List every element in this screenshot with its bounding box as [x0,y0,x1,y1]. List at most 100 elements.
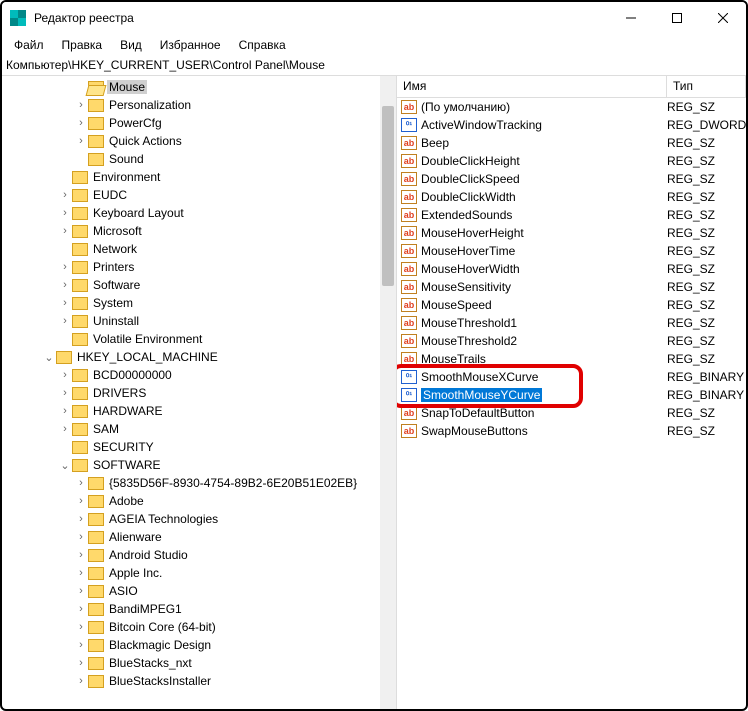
value-row[interactable]: ⁰¹SmoothMouseXCurveREG_BINARY [397,368,746,386]
maximize-button[interactable] [654,2,700,34]
tree-item[interactable]: ›EUDC [2,186,396,204]
minimize-button[interactable] [608,2,654,34]
tree-item[interactable]: ›Alienware [2,528,396,546]
tree-label: ASIO [107,584,140,598]
value-row[interactable]: abExtendedSoundsREG_SZ [397,206,746,224]
tree-item[interactable]: ›Keyboard Layout [2,204,396,222]
tree-item[interactable]: ›Printers [2,258,396,276]
tree-item[interactable]: ›BlueStacks_nxt [2,654,396,672]
chevron-right-icon[interactable]: › [74,477,88,489]
tree-item[interactable]: SECURITY [2,438,396,456]
menu-favorites[interactable]: Избранное [152,36,229,54]
tree-item[interactable]: ›Software [2,276,396,294]
value-row[interactable]: abSwapMouseButtonsREG_SZ [397,422,746,440]
tree-item[interactable]: ›PowerCfg [2,114,396,132]
tree-item[interactable]: Mouse [2,78,396,96]
tree-item[interactable]: ›BlueStacksInstaller [2,672,396,690]
menu-edit[interactable]: Правка [54,36,111,54]
chevron-right-icon[interactable]: › [74,495,88,507]
chevron-right-icon[interactable]: › [58,261,72,273]
tree-item[interactable]: ›{5835D56F-8930-4754-89B2-6E20B51E02EB} [2,474,396,492]
chevron-right-icon[interactable]: › [58,423,72,435]
values-list[interactable]: ab(По умолчанию)REG_SZ⁰¹ActiveWindowTrac… [397,98,746,709]
value-row[interactable]: abMouseThreshold1REG_SZ [397,314,746,332]
chevron-right-icon[interactable]: › [74,135,88,147]
tree-item[interactable]: ›Apple Inc. [2,564,396,582]
tree-item[interactable]: ›Microsoft [2,222,396,240]
chevron-right-icon[interactable]: › [74,675,88,687]
value-row[interactable]: abMouseSensitivityREG_SZ [397,278,746,296]
column-type[interactable]: Тип [667,76,746,97]
tree-item[interactable]: ›Personalization [2,96,396,114]
value-row[interactable]: abDoubleClickWidthREG_SZ [397,188,746,206]
chevron-right-icon[interactable]: › [58,297,72,309]
tree-item[interactable]: ›Adobe [2,492,396,510]
chevron-right-icon[interactable]: › [58,225,72,237]
value-row[interactable]: abBeepREG_SZ [397,134,746,152]
chevron-right-icon[interactable]: › [58,189,72,201]
chevron-right-icon[interactable]: › [58,405,72,417]
chevron-right-icon[interactable]: › [74,117,88,129]
menu-help[interactable]: Справка [231,36,294,54]
chevron-down-icon[interactable]: ⌄ [42,351,56,364]
titlebar[interactable]: Редактор реестра [2,2,746,34]
tree-item[interactable]: ⌄HKEY_LOCAL_MACHINE [2,348,396,366]
column-name[interactable]: Имя [397,76,667,97]
tree-item[interactable]: ›Quick Actions [2,132,396,150]
chevron-right-icon[interactable]: › [58,315,72,327]
value-row[interactable]: abMouseHoverTimeREG_SZ [397,242,746,260]
chevron-right-icon[interactable]: › [58,279,72,291]
close-button[interactable] [700,2,746,34]
value-row[interactable]: abDoubleClickSpeedREG_SZ [397,170,746,188]
tree-pane[interactable]: Mouse›Personalization›PowerCfg›Quick Act… [2,76,397,709]
chevron-right-icon[interactable]: › [74,639,88,651]
chevron-right-icon[interactable]: › [74,567,88,579]
tree-item[interactable]: ›Blackmagic Design [2,636,396,654]
chevron-right-icon[interactable]: › [74,621,88,633]
chevron-right-icon[interactable]: › [58,207,72,219]
tree-item[interactable]: ›System [2,294,396,312]
tree-item[interactable]: Volatile Environment [2,330,396,348]
tree-item[interactable]: Environment [2,168,396,186]
value-row[interactable]: abSnapToDefaultButtonREG_SZ [397,404,746,422]
tree-item[interactable]: ›AGEIA Technologies [2,510,396,528]
chevron-right-icon[interactable]: › [74,531,88,543]
value-row[interactable]: abMouseHoverWidthREG_SZ [397,260,746,278]
value-row[interactable]: ⁰¹ActiveWindowTrackingREG_DWORD [397,116,746,134]
string-value-icon: ab [401,406,417,420]
value-row[interactable]: abDoubleClickHeightREG_SZ [397,152,746,170]
tree-item[interactable]: › ASIO [2,582,396,600]
tree-scrollbar[interactable] [380,76,396,709]
tree-item[interactable]: ›BandiMPEG1 [2,600,396,618]
address-bar[interactable]: Компьютер\HKEY_CURRENT_USER\Control Pane… [2,56,746,76]
chevron-right-icon[interactable]: › [74,603,88,615]
value-row[interactable]: abMouseThreshold2REG_SZ [397,332,746,350]
chevron-right-icon[interactable]: › [74,585,88,597]
chevron-right-icon[interactable]: › [74,657,88,669]
tree-item[interactable]: ›SAM [2,420,396,438]
scrollbar-thumb[interactable] [382,106,394,286]
menu-view[interactable]: Вид [112,36,150,54]
chevron-down-icon[interactable]: ⌄ [58,459,72,472]
chevron-right-icon[interactable]: › [74,99,88,111]
tree-item[interactable]: ›Uninstall [2,312,396,330]
tree-item[interactable]: ›HARDWARE [2,402,396,420]
tree-item[interactable]: ›BCD00000000 [2,366,396,384]
value-row[interactable]: abMouseTrailsREG_SZ [397,350,746,368]
value-row[interactable]: ab(По умолчанию)REG_SZ [397,98,746,116]
menu-file[interactable]: Файл [6,36,52,54]
tree-item[interactable]: ›DRIVERS [2,384,396,402]
tree-item[interactable]: Sound [2,150,396,168]
tree-item[interactable]: ›Bitcoin Core (64-bit) [2,618,396,636]
value-row[interactable]: abMouseHoverHeightREG_SZ [397,224,746,242]
value-row[interactable]: ⁰¹SmoothMouseYCurveREG_BINARY [397,386,746,404]
chevron-right-icon[interactable]: › [58,369,72,381]
chevron-right-icon[interactable]: › [74,549,88,561]
tree-item[interactable]: ⌄SOFTWARE [2,456,396,474]
chevron-right-icon[interactable]: › [74,513,88,525]
value-row[interactable]: abMouseSpeedREG_SZ [397,296,746,314]
chevron-right-icon[interactable]: › [58,387,72,399]
tree-item[interactable]: Network [2,240,396,258]
binary-value-icon: ⁰¹ [401,388,417,402]
tree-item[interactable]: ›Android Studio [2,546,396,564]
